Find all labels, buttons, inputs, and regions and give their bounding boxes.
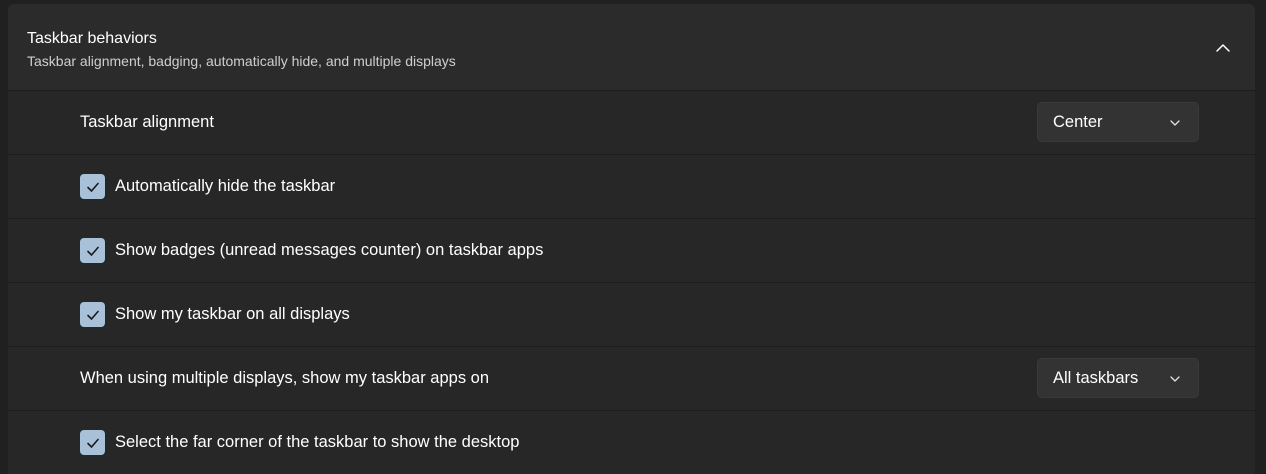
taskbar-alignment-value: Center [1053, 113, 1103, 131]
auto-hide-checkbox[interactable] [80, 174, 105, 199]
badges-checkbox[interactable] [80, 238, 105, 263]
chevron-down-icon [1170, 376, 1180, 382]
all-displays-label: Show my taskbar on all displays [115, 305, 350, 323]
setting-row-multi-display-apps: When using multiple displays, show my ta… [8, 347, 1255, 411]
taskbar-behaviors-panel: Taskbar behaviors Taskbar alignment, bad… [8, 4, 1255, 474]
collapse-button[interactable] [1206, 32, 1240, 64]
taskbar-alignment-label: Taskbar alignment [80, 113, 214, 131]
multi-display-apps-label: When using multiple displays, show my ta… [80, 369, 490, 387]
badges-label: Show badges (unread messages counter) on… [115, 241, 544, 259]
taskbar-alignment-dropdown[interactable]: Center [1037, 102, 1199, 142]
far-corner-label: Select the far corner of the taskbar to … [115, 433, 520, 451]
chevron-down-icon [1170, 120, 1180, 126]
setting-row-taskbar-alignment: Taskbar alignment Center [8, 91, 1255, 155]
chevron-up-icon [1216, 44, 1230, 52]
all-displays-checkbox[interactable] [80, 302, 105, 327]
checkmark-icon [86, 310, 99, 320]
setting-row-all-displays: Show my taskbar on all displays [8, 283, 1255, 347]
section-header[interactable]: Taskbar behaviors Taskbar alignment, bad… [8, 4, 1255, 91]
setting-row-badges: Show badges (unread messages counter) on… [8, 219, 1255, 283]
setting-row-far-corner: Select the far corner of the taskbar to … [8, 411, 1255, 474]
checkmark-icon [86, 182, 99, 192]
auto-hide-label: Automatically hide the taskbar [115, 177, 336, 195]
multi-display-apps-dropdown[interactable]: All taskbars [1037, 358, 1199, 398]
checkmark-icon [86, 246, 99, 256]
section-title: Taskbar behaviors [27, 30, 157, 47]
setting-row-auto-hide: Automatically hide the taskbar [8, 155, 1255, 219]
multi-display-apps-value: All taskbars [1053, 369, 1139, 387]
far-corner-checkbox[interactable] [80, 430, 105, 455]
checkmark-icon [86, 438, 99, 448]
section-subtitle: Taskbar alignment, badging, automaticall… [27, 53, 456, 69]
